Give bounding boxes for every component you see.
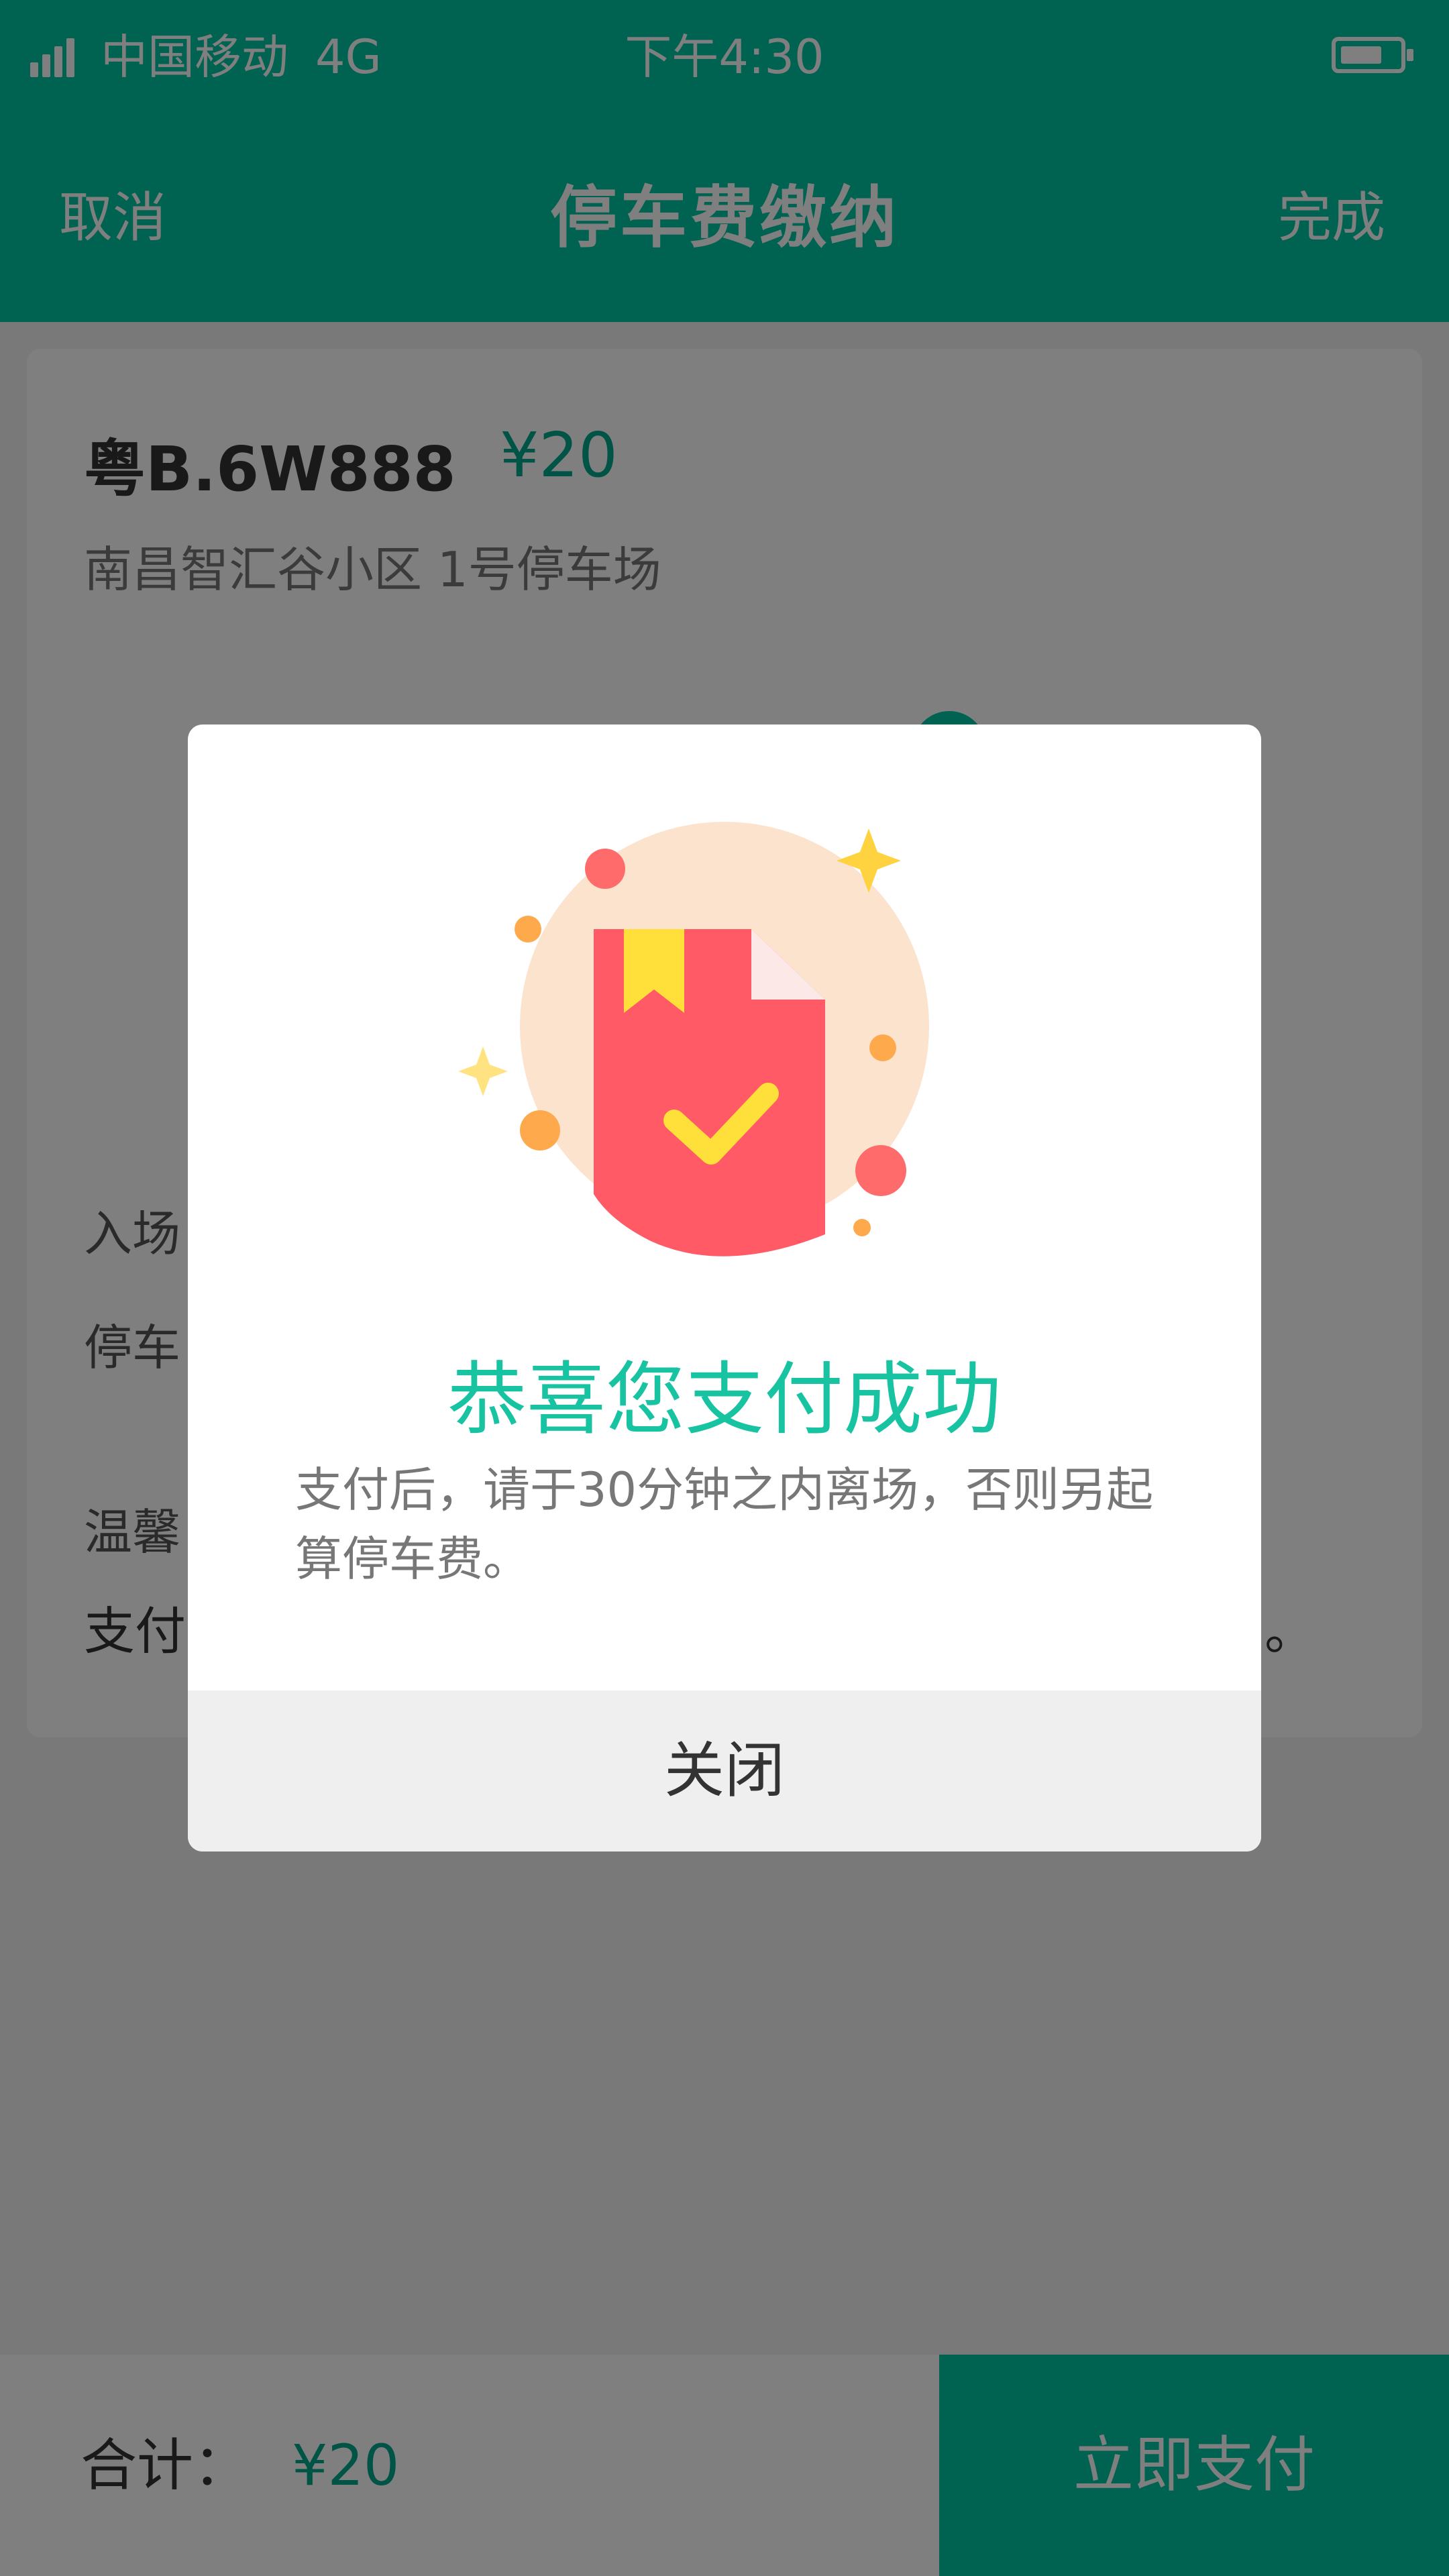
payment-success-illustration	[458, 822, 929, 1256]
sparkle-icon	[458, 1046, 508, 1096]
deco-dot	[585, 849, 625, 889]
deco-dot	[515, 916, 541, 943]
dialog-title: 恭喜您支付成功	[447, 1353, 1002, 1446]
deco-dot	[520, 1110, 560, 1150]
close-button[interactable]: 关闭	[188, 1690, 1261, 1851]
deco-dot	[869, 1034, 896, 1061]
deco-dot	[855, 1145, 906, 1196]
dialog-message: 支付后，请于30分钟之内离场，否则另起算停车费。	[295, 1462, 1154, 1587]
deco-dot	[853, 1219, 871, 1236]
